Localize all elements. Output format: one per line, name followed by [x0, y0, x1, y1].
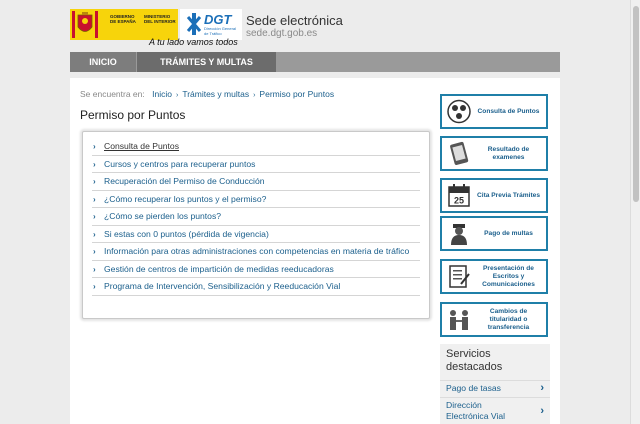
ministerio-label: MINISTERIO DEL INTERIOR: [144, 14, 176, 24]
divider: [440, 380, 550, 381]
list-item[interactable]: › Si estas con 0 puntos (pérdida de vigen…: [92, 226, 420, 243]
links-list: › Consulta de Puntos › Cursos y centros pa…: [92, 138, 420, 296]
list-item[interactable]: › Información para otras administraciones…: [92, 243, 420, 261]
list-item[interactable]: › Consulta de Puntos: [92, 138, 420, 156]
page-scrollbar[interactable]: [630, 0, 640, 424]
chevron-right-icon: ›: [93, 177, 96, 186]
officer-icon: [451, 224, 467, 245]
links-panel: › Consulta de Puntos › Cursos y centros pa…: [82, 131, 430, 319]
tile-label: Pago de multas: [484, 229, 533, 237]
nav-tramites-y-multas[interactable]: TRÁMITES Y MULTAS: [137, 52, 276, 72]
list-item[interactable]: › Gestión de centros de impartición de me…: [92, 261, 420, 278]
dgt-sub-label: Dirección General de Tráfico: [204, 26, 237, 36]
tile-cita-previa[interactable]: 25 Cita Previa Trámites: [440, 178, 548, 213]
list-item[interactable]: › ¿Cómo se pierden los puntos?: [92, 208, 420, 226]
main-content: Se encuentra en: Inicio › Trámites y multa…: [70, 78, 560, 424]
list-item[interactable]: › Recuperación del Permiso de Conducción: [92, 173, 420, 191]
scrollbar-thumb[interactable]: [633, 6, 639, 202]
chevron-right-icon: ›: [93, 229, 96, 239]
servicios-destacados: Servicios destacados Pago de tasas › Dir…: [440, 344, 550, 424]
breadcrumb-tramites[interactable]: Trámites y multas: [182, 89, 249, 99]
site-url: sede.dgt.gob.es: [246, 28, 318, 39]
site-header: GOBIERNO DE ESPAÑA MINISTERIO DEL INTERI…: [0, 0, 630, 52]
servicio-pago-tasas[interactable]: Pago de tasas: [446, 383, 526, 394]
breadcrumb-permiso[interactable]: Permiso por Puntos: [259, 89, 334, 99]
slogan: A tu lado vamos todos: [149, 37, 238, 47]
chevron-right-icon[interactable]: ›: [540, 405, 544, 417]
coat-of-arms-icon: [72, 11, 98, 38]
calendar-icon: 25: [448, 184, 470, 207]
phone-icon: [450, 141, 469, 165]
tile-label: Consulta de Puntos: [477, 107, 540, 115]
transfer-icon: [450, 310, 468, 330]
nav-inicio[interactable]: INICIO: [70, 52, 136, 72]
document-icon: [449, 265, 470, 288]
gobierno-logo[interactable]: GOBIERNO DE ESPAÑA MINISTERIO DEL INTERI…: [70, 9, 178, 40]
chevron-right-icon: ›: [93, 264, 96, 274]
chevron-right-icon: ›: [93, 282, 96, 291]
tile-label: Presentación de Escritos y Comunicacione…: [482, 264, 535, 288]
chevron-right-icon: ›: [93, 142, 96, 151]
dgt-logo[interactable]: DGT Dirección General de Tráfico: [180, 9, 242, 40]
main-nav: INICIO TRÁMITES Y MULTAS: [70, 52, 560, 72]
breadcrumb: Se encuentra en: Inicio › Trámites y multa…: [80, 89, 334, 99]
breadcrumb-prefix: Se encuentra en:: [80, 89, 145, 99]
list-item[interactable]: › ¿Cómo recuperar los puntos y el permiso…: [92, 191, 420, 208]
dgt-label: DGT: [204, 12, 232, 27]
tile-label: Resultado de examenes: [487, 145, 530, 161]
list-item[interactable]: › Programa de Intervención, Sensibilizaci…: [92, 278, 420, 296]
chevron-right-icon: ›: [93, 159, 96, 169]
breadcrumb-separator: ›: [175, 92, 179, 99]
page-title: Permiso por Puntos: [80, 108, 186, 122]
site-title: Sede electrónica: [246, 13, 343, 28]
chevron-right-icon: ›: [93, 247, 96, 256]
servicio-direccion-electronica-vial[interactable]: Dirección Electrónica Vial: [446, 400, 526, 422]
tile-pago-multas[interactable]: Pago de multas: [440, 216, 548, 251]
breadcrumb-separator: ›: [253, 92, 256, 99]
tile-label: Cambios de titularidad o transferencia: [487, 307, 530, 331]
tile-presentacion-escritos[interactable]: Presentación de Escritos y Comunicacione…: [440, 259, 548, 294]
chevron-right-icon: ›: [93, 212, 96, 221]
chevron-right-icon: ›: [93, 194, 96, 204]
divider: [440, 397, 550, 398]
chevron-right-icon[interactable]: ›: [540, 382, 544, 394]
dgt-cross-icon: [186, 13, 202, 35]
tile-resultado-examenes[interactable]: Resultado de examenes: [440, 136, 548, 171]
tile-label: Cita Previa Trámites: [476, 191, 541, 199]
breadcrumb-inicio[interactable]: Inicio: [152, 89, 172, 99]
tile-consulta-puntos[interactable]: Consulta de Puntos: [440, 94, 548, 129]
gobierno-label: GOBIERNO DE ESPAÑA: [110, 14, 136, 24]
list-item[interactable]: › Cursos y centros para recuperar puntos: [92, 156, 420, 173]
tile-cambios-titularidad[interactable]: Cambios de titularidad o transferencia: [440, 302, 548, 337]
points-icon: [447, 99, 471, 124]
calendar-day: 25: [454, 196, 464, 206]
servicios-title: Servicios destacados: [446, 348, 503, 373]
